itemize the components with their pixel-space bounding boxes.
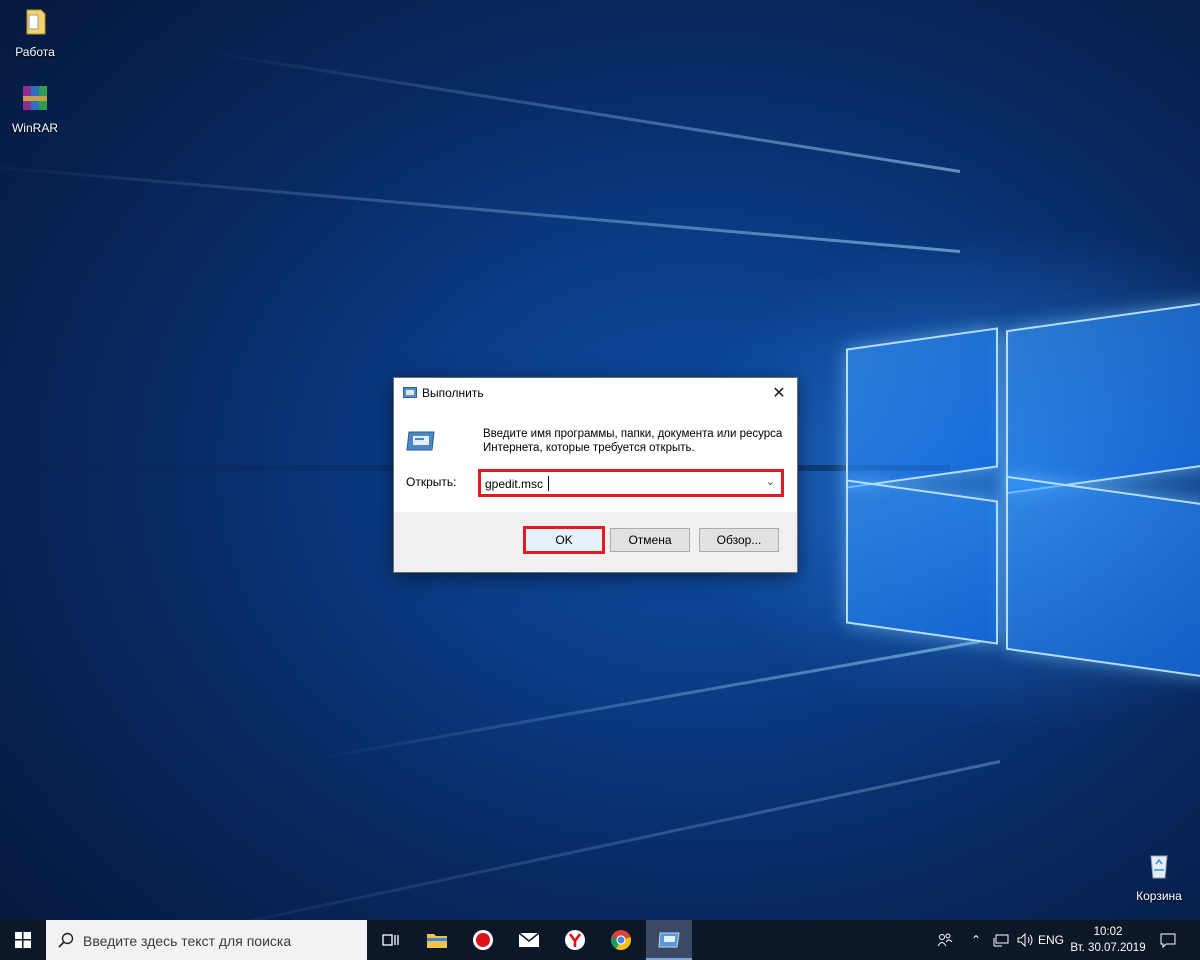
recorder-icon xyxy=(473,930,493,950)
taskbar-file-explorer[interactable] xyxy=(414,920,460,960)
windows-logo-pane xyxy=(1006,475,1200,679)
chevron-up-icon: ⌃ xyxy=(970,933,982,947)
clock[interactable]: 10:02 Вт. 30.07.2019 xyxy=(1066,924,1150,956)
close-icon: ✕ xyxy=(772,385,786,402)
search-box[interactable]: Введите здесь текст для поиска xyxy=(46,920,367,960)
light-beam xyxy=(0,162,961,253)
cancel-button[interactable]: Отмена xyxy=(610,528,690,552)
people-icon xyxy=(937,933,953,947)
dialog-button-area: OK Отмена Обзор... xyxy=(394,512,797,572)
network-button[interactable] xyxy=(990,920,1012,960)
chevron-down-icon[interactable]: ⌄ xyxy=(766,475,775,488)
show-hidden-icons-button[interactable]: ⌃ xyxy=(966,920,986,960)
clock-date: Вт. 30.07.2019 xyxy=(1070,942,1146,954)
dialog-description: Введите имя программы, папки, документа … xyxy=(483,428,783,454)
windows-start-icon xyxy=(15,932,31,948)
chrome-icon xyxy=(611,930,631,951)
browse-button[interactable]: Обзор... xyxy=(699,528,779,552)
recycle-bin-icon xyxy=(1150,855,1168,879)
windows-logo-pane xyxy=(846,479,998,645)
desktop-icon-label: Работа xyxy=(15,45,55,59)
text-caret xyxy=(548,476,549,491)
open-input[interactable] xyxy=(485,475,755,493)
desktop-icon-winrar[interactable]: WinRAR xyxy=(1,82,69,135)
light-beam xyxy=(119,760,1001,920)
start-button[interactable] xyxy=(0,920,46,960)
desktop-icon-recycle-bin[interactable]: Корзина xyxy=(1125,850,1193,903)
open-combobox[interactable]: ⌄ xyxy=(478,469,784,497)
run-dialog: Выполнить ✕ Введите имя программы, папки… xyxy=(393,377,798,573)
notification-icon xyxy=(1160,933,1176,948)
file-explorer-icon xyxy=(427,934,447,948)
dialog-title: Выполнить xyxy=(422,386,484,400)
taskbar: Введите здесь текст для поиска ⌃ ENG 10:… xyxy=(0,920,1200,960)
close-button[interactable]: ✕ xyxy=(761,378,797,408)
network-icon xyxy=(993,934,1009,947)
taskbar-run-app[interactable] xyxy=(646,920,692,960)
run-icon xyxy=(403,387,417,398)
open-label: Открыть: xyxy=(406,475,457,489)
clock-time: 10:02 xyxy=(1093,926,1123,938)
dialog-titlebar[interactable]: Выполнить ✕ xyxy=(394,378,797,408)
search-placeholder: Введите здесь текст для поиска xyxy=(83,933,292,949)
taskbar-mail[interactable] xyxy=(506,920,552,960)
desktop-icon-label: Корзина xyxy=(1136,889,1182,903)
taskbar-chrome[interactable] xyxy=(598,920,644,960)
search-icon xyxy=(58,932,74,948)
action-center-button[interactable] xyxy=(1156,920,1180,960)
people-button[interactable] xyxy=(932,920,958,960)
taskbar-yandex-browser[interactable] xyxy=(552,920,598,960)
yandex-browser-icon xyxy=(565,930,585,950)
windows-logo-pane xyxy=(1006,301,1200,495)
desktop-icon-rabota[interactable]: Работа xyxy=(1,6,69,59)
taskbar-recorder[interactable] xyxy=(460,920,506,960)
windows-logo-pane xyxy=(846,327,998,489)
run-program-icon xyxy=(406,431,435,451)
desktop-icon-label: WinRAR xyxy=(11,121,58,135)
folder-icon xyxy=(26,9,46,35)
winrar-icon xyxy=(23,86,47,110)
task-view-button[interactable] xyxy=(368,920,414,960)
light-beam xyxy=(310,640,981,762)
light-beam xyxy=(209,51,961,173)
run-app-icon xyxy=(658,932,680,948)
volume-icon xyxy=(1017,933,1033,947)
task-view-icon xyxy=(382,934,399,946)
volume-button[interactable] xyxy=(1014,920,1036,960)
language-indicator[interactable]: ENG xyxy=(1036,920,1066,960)
ok-button[interactable]: OK xyxy=(523,526,605,554)
mail-icon xyxy=(518,932,540,947)
